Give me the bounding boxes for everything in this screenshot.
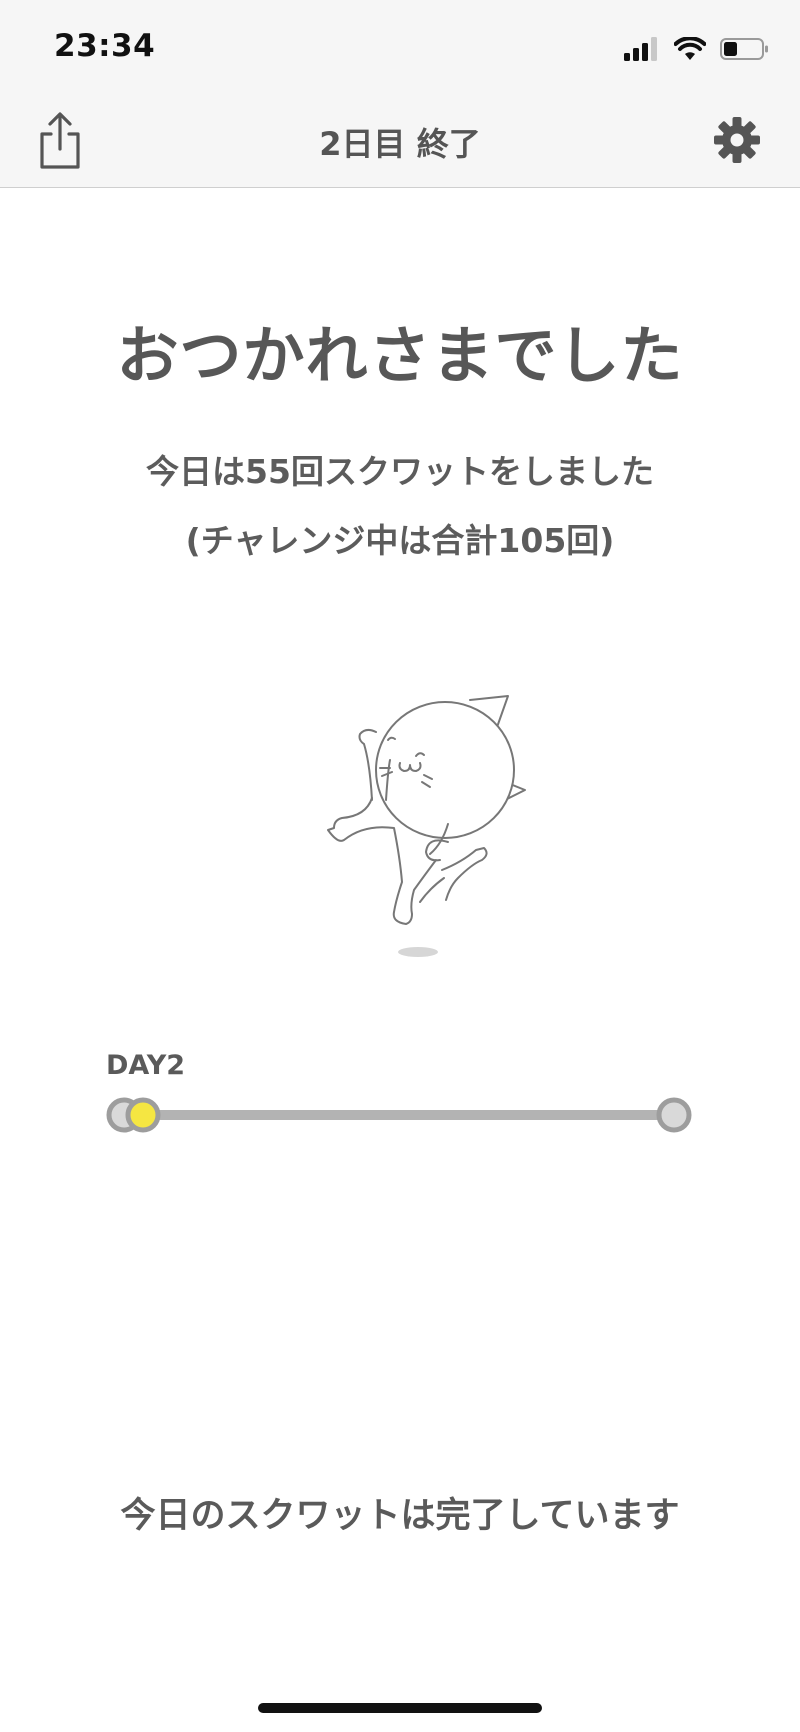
cat-illustration xyxy=(327,695,526,957)
status-time: 23:34 xyxy=(54,28,156,64)
completion-message: 今日のスクワットは完了しています xyxy=(120,1496,680,1536)
headline: おつかれさまでした xyxy=(116,319,684,392)
gear-icon xyxy=(714,117,760,163)
nav-title: 2日目 終了 xyxy=(319,125,481,163)
battery-icon xyxy=(720,38,768,60)
summary-total: (チャレンジ中は合計105回) xyxy=(185,521,615,560)
signal-icon xyxy=(624,37,657,61)
settings-button[interactable] xyxy=(712,115,762,165)
summary-today: 今日は55回スクワットをしました xyxy=(146,452,654,491)
status-icons xyxy=(624,34,770,64)
status-bar: 23:34 xyxy=(0,0,800,95)
progress-track xyxy=(106,1097,692,1133)
home-indicator[interactable] xyxy=(258,1703,542,1713)
current-day-marker xyxy=(125,1097,161,1133)
progress-bar xyxy=(124,1110,674,1120)
day-label: DAY2 xyxy=(106,1050,186,1081)
end-marker xyxy=(656,1097,692,1133)
nav-bar: 2日目 終了 xyxy=(0,95,800,188)
wifi-icon xyxy=(674,37,706,60)
